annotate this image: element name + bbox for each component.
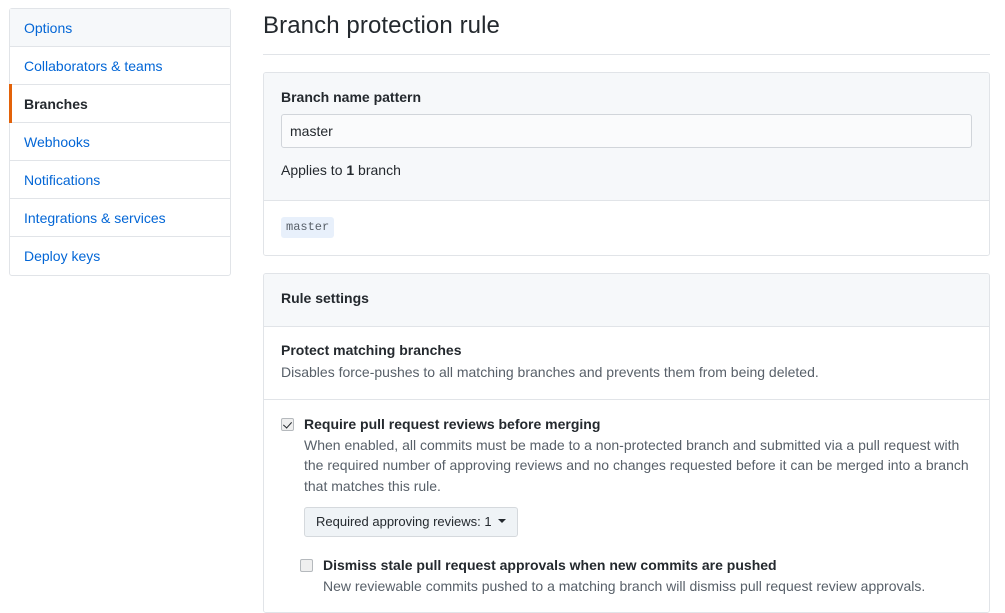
page-title: Branch protection rule	[263, 0, 990, 55]
sidebar-item-label: Collaborators & teams	[24, 58, 163, 74]
main-content: Branch protection rule Branch name patte…	[263, 0, 990, 613]
sidebar-item-branches[interactable]: Branches	[9, 84, 230, 123]
rule-settings-panel: Rule settings Protect matching branches …	[263, 273, 990, 613]
rule-settings-header: Rule settings	[264, 274, 989, 327]
require-pull-request-reviews-checkbox[interactable]	[281, 418, 294, 431]
sidebar-item-label: Deploy keys	[24, 248, 101, 264]
chevron-down-icon	[497, 519, 506, 524]
dismiss-stale-approvals-label[interactable]: Dismiss stale pull request approvals whe…	[323, 556, 972, 574]
require-reviews-section: Require pull request reviews before merg…	[264, 400, 989, 613]
applies-suffix: branch	[354, 162, 401, 178]
sidebar-item-options[interactable]: Options	[10, 9, 230, 47]
sidebar-item-label: Notifications	[24, 172, 101, 188]
settings-sidebar: Options Collaborators & teams Branches W…	[9, 8, 231, 276]
dismiss-stale-approvals-description: New reviewable commits pushed to a match…	[323, 577, 926, 594]
sidebar-item-webhooks[interactable]: Webhooks	[10, 123, 230, 161]
sidebar-item-label: Branches	[24, 96, 88, 112]
rule-settings-title: Rule settings	[281, 290, 369, 306]
protect-matching-branches-section: Protect matching branches Disables force…	[264, 327, 989, 400]
require-pull-request-reviews-label[interactable]: Require pull request reviews before merg…	[304, 415, 972, 433]
required-approving-reviews-dropdown[interactable]: Required approving reviews: 1	[304, 506, 518, 537]
branch-name-pattern-label: Branch name pattern	[281, 89, 422, 105]
sidebar-item-label: Webhooks	[24, 134, 90, 150]
protect-matching-branches-heading: Protect matching branches	[281, 342, 462, 358]
branch-chip: master	[281, 217, 335, 238]
sidebar-item-integrations-and-services[interactable]: Integrations & services	[10, 199, 230, 237]
branch-pattern-header: Branch name pattern Applies to 1 branch	[264, 73, 989, 201]
dismiss-stale-approvals-row[interactable]: Dismiss stale pull request approvals whe…	[300, 556, 972, 596]
applies-prefix: Applies to	[281, 162, 347, 178]
sidebar-item-label: Options	[24, 20, 73, 36]
require-pull-request-reviews-description: When enabled, all commits must be made t…	[304, 437, 969, 494]
sidebar-item-notifications[interactable]: Notifications	[10, 161, 230, 199]
applies-count: 1	[346, 162, 355, 178]
branch-pattern-panel: Branch name pattern Applies to 1 branch …	[263, 72, 990, 256]
applies-to-note: Applies to 1 branch	[281, 162, 972, 178]
require-pull-request-reviews-row[interactable]: Require pull request reviews before merg…	[281, 415, 972, 537]
branch-name-pattern-input[interactable]	[281, 114, 972, 148]
protect-matching-branches-description: Disables force-pushes to all matching br…	[281, 364, 819, 380]
sidebar-item-deploy-keys[interactable]: Deploy keys	[10, 237, 230, 275]
sidebar-item-collaborators-and-teams[interactable]: Collaborators & teams	[10, 47, 230, 85]
required-approving-reviews-label: Required approving reviews: 1	[316, 513, 492, 529]
matched-branches-body: master	[264, 201, 989, 255]
dismiss-stale-approvals-checkbox[interactable]	[300, 558, 313, 572]
sidebar-item-label: Integrations & services	[24, 210, 166, 226]
